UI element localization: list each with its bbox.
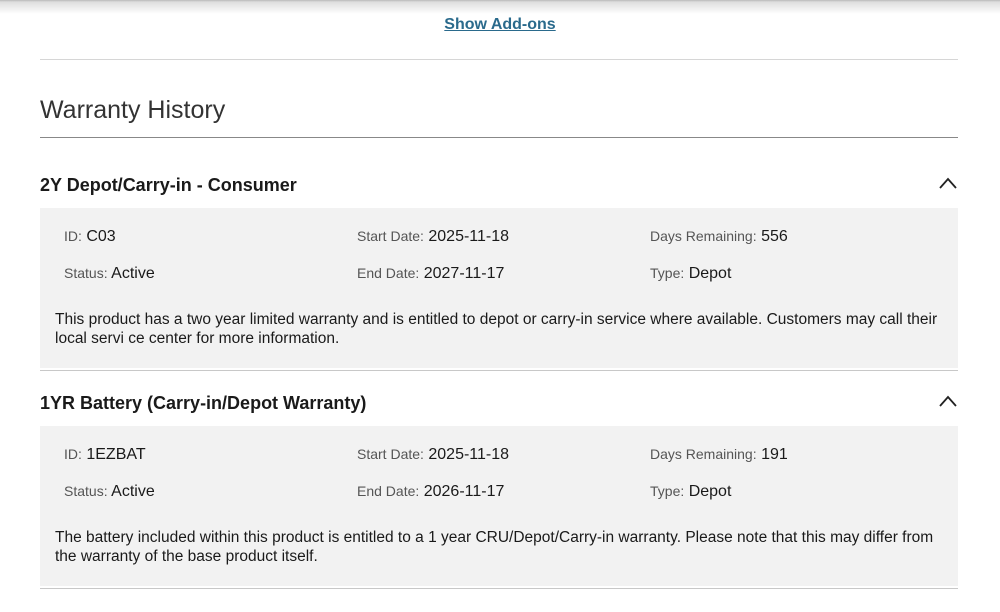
status-label: Status: bbox=[64, 265, 108, 281]
type-label: Type: bbox=[650, 483, 685, 499]
start-date-value: 2025-11-18 bbox=[428, 446, 510, 463]
type-field: Type: Depot bbox=[650, 265, 731, 283]
section-divider bbox=[40, 370, 958, 371]
warranty-section: 2Y Depot/Carry-in - Consumer ID: C03 Sta… bbox=[40, 162, 958, 368]
type-value: Depot bbox=[688, 483, 732, 500]
warranty-description: The battery included within this product… bbox=[55, 529, 934, 565]
days-remaining-field: Days Remaining: 556 bbox=[650, 228, 788, 246]
type-label: Type: bbox=[650, 265, 685, 281]
end-date-label: End Date: bbox=[357, 483, 420, 499]
end-date-value: 2026-11-17 bbox=[423, 483, 505, 500]
type-value: Depot bbox=[688, 265, 732, 282]
start-date-value: 2025-11-18 bbox=[428, 228, 510, 245]
status-field: Status: Active bbox=[64, 483, 155, 501]
end-date-field: End Date: 2027-11-17 bbox=[357, 265, 504, 283]
days-remaining-field: Days Remaining: 191 bbox=[650, 446, 788, 464]
title-divider bbox=[40, 137, 958, 138]
status-label: Status: bbox=[64, 483, 108, 499]
id-value: 1EZBAT bbox=[86, 446, 146, 463]
end-date-value: 2027-11-17 bbox=[423, 265, 505, 282]
warranty-title: 1YR Battery (Carry-in/Depot Warranty) bbox=[40, 393, 367, 413]
warranty-description: This product has a two year limited warr… bbox=[55, 311, 938, 347]
end-date-field: End Date: 2026-11-17 bbox=[357, 483, 504, 501]
top-shadow bbox=[0, 0, 1000, 14]
days-remaining-value: 191 bbox=[761, 446, 788, 463]
warranty-title: 2Y Depot/Carry-in - Consumer bbox=[40, 175, 297, 195]
page-title: Warranty History bbox=[40, 96, 226, 124]
warranty-header[interactable]: 1YR Battery (Carry-in/Depot Warranty) bbox=[40, 380, 958, 426]
status-value: Active bbox=[111, 483, 155, 500]
warranty-details-panel: ID: 1EZBAT Start Date: 2025-11-18 Days R… bbox=[40, 426, 958, 586]
days-remaining-label: Days Remaining: bbox=[650, 446, 757, 462]
start-date-label: Start Date: bbox=[357, 446, 424, 462]
id-field: ID: C03 bbox=[64, 228, 116, 246]
start-date-field: Start Date: 2025-11-18 bbox=[357, 446, 509, 464]
warranty-details-panel: ID: C03 Start Date: 2025-11-18 Days Rema… bbox=[40, 208, 958, 368]
show-addons-link[interactable]: Show Add-ons bbox=[444, 16, 555, 33]
start-date-field: Start Date: 2025-11-18 bbox=[357, 228, 509, 246]
status-field: Status: Active bbox=[64, 265, 155, 283]
id-label: ID: bbox=[64, 446, 82, 462]
addons-link-container: Show Add-ons bbox=[0, 16, 1000, 34]
chevron-up-icon[interactable] bbox=[938, 176, 958, 190]
chevron-up-icon[interactable] bbox=[938, 394, 958, 408]
status-value: Active bbox=[111, 265, 155, 282]
type-field: Type: Depot bbox=[650, 483, 731, 501]
start-date-label: Start Date: bbox=[357, 228, 424, 244]
divider bbox=[40, 59, 958, 60]
section-divider bbox=[40, 588, 958, 589]
warranty-header[interactable]: 2Y Depot/Carry-in - Consumer bbox=[40, 162, 958, 208]
warranty-section: 1YR Battery (Carry-in/Depot Warranty) ID… bbox=[40, 380, 958, 586]
days-remaining-label: Days Remaining: bbox=[650, 228, 757, 244]
days-remaining-value: 556 bbox=[761, 228, 788, 245]
id-label: ID: bbox=[64, 228, 82, 244]
end-date-label: End Date: bbox=[357, 265, 420, 281]
id-field: ID: 1EZBAT bbox=[64, 446, 146, 464]
id-value: C03 bbox=[86, 228, 116, 245]
